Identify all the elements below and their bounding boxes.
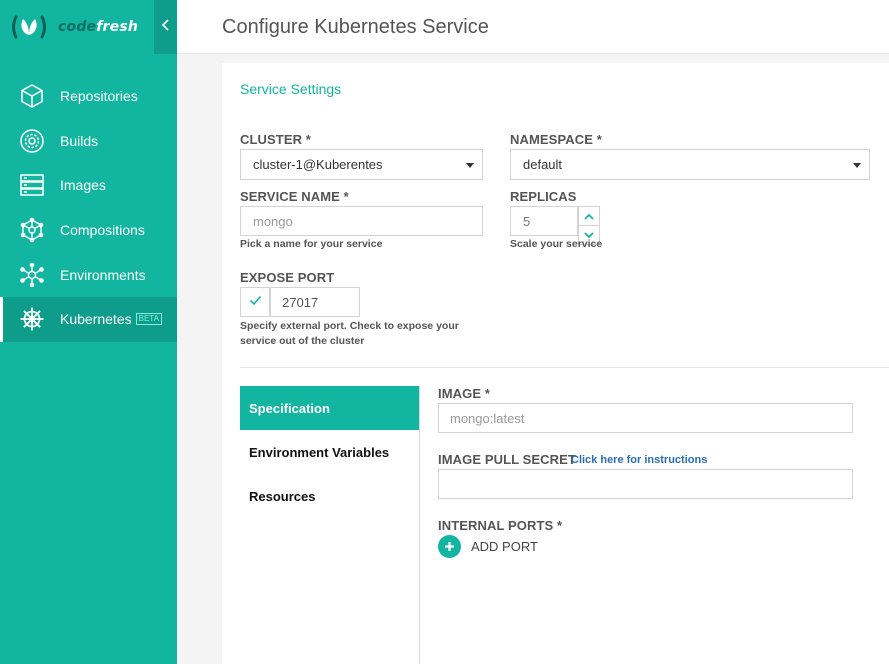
sidebar-item-builds[interactable]: Builds — [0, 119, 177, 164]
page-title: Configure Kubernetes Service — [222, 16, 489, 38]
expose-port-hint: Specify external port. Check to expose y… — [240, 320, 459, 347]
helm-icon — [19, 306, 45, 332]
namespace-label: NAMESPACE * — [510, 132, 602, 147]
replicas-label: REPLICAS — [510, 189, 577, 204]
pull-secret-input[interactable] — [438, 469, 853, 499]
expose-port-label: EXPOSE PORT — [240, 270, 335, 285]
spec-tabs: Specification Environment Variables Reso… — [240, 386, 420, 664]
cluster-label: CLUSTER * — [240, 132, 311, 147]
expose-port-checkbox[interactable] — [240, 287, 270, 317]
sidebar-nav: Repositories Builds Images Compositions … — [0, 74, 177, 342]
instructions-link[interactable]: Click here for instructions — [571, 454, 707, 466]
add-port-label: ADD PORT — [471, 539, 538, 554]
sidebar-item-label: Images — [60, 177, 106, 194]
hub-icon — [19, 262, 45, 288]
gear-icon — [19, 128, 45, 154]
collapse-sidebar-button[interactable] — [154, 0, 177, 54]
checkmark-icon — [249, 293, 262, 311]
caret-down-icon — [466, 163, 474, 168]
image-placeholder: mongo:latest — [450, 410, 525, 426]
expose-port-input[interactable]: 27017 — [270, 287, 360, 317]
sidebar-item-environments[interactable]: Environments — [0, 252, 177, 297]
sidebar-item-label: Environments — [60, 266, 146, 283]
namespace-select[interactable]: default — [510, 149, 870, 180]
service-name-placeholder: mongo — [253, 213, 293, 229]
cube-icon — [19, 83, 45, 109]
add-port-button[interactable]: ADD PORT — [438, 535, 538, 558]
beta-badge: BETA — [135, 313, 162, 326]
sidebar-item-label: Compositions — [60, 222, 145, 239]
logo-text: codefresh — [58, 19, 139, 35]
network-icon — [19, 217, 45, 243]
replicas-input[interactable]: 5 — [510, 206, 578, 236]
chevron-left-icon — [161, 18, 171, 36]
chevron-up-icon — [584, 207, 594, 225]
codefresh-logo[interactable]: codefresh — [10, 14, 138, 40]
section-divider — [240, 367, 889, 368]
replicas-stepper — [578, 206, 600, 245]
service-name-label: SERVICE NAME * — [240, 189, 349, 204]
tab-resources[interactable]: Resources — [240, 474, 419, 518]
image-input[interactable]: mongo:latest — [438, 403, 853, 433]
sidebar: codefresh Repositories Builds Images Com… — [0, 0, 177, 664]
sidebar-item-label: Kubernetes — [60, 311, 132, 328]
sidebar-item-label: Builds — [60, 132, 99, 149]
cluster-value: cluster-1@Kuberentes — [253, 157, 383, 172]
section-title: Service Settings — [240, 81, 342, 97]
sidebar-item-compositions[interactable]: Compositions — [0, 208, 177, 253]
sidebar-item-label: Repositories — [60, 88, 138, 105]
namespace-value: default — [523, 157, 563, 172]
tab-specification[interactable]: Specification — [240, 386, 419, 430]
sidebar-item-images[interactable]: Images — [0, 163, 177, 208]
sidebar-item-kubernetes[interactable]: Kubernetes BETA — [0, 296, 177, 342]
leaf-logo-icon — [10, 14, 48, 40]
caret-down-icon — [853, 163, 861, 168]
sidebar-item-repositories[interactable]: Repositories — [0, 74, 177, 119]
plus-icon — [438, 535, 461, 558]
cluster-select[interactable]: cluster-1@Kuberentes — [240, 149, 483, 180]
expose-port-value: 27017 — [282, 294, 319, 310]
image-label: IMAGE * — [438, 386, 490, 401]
increment-button[interactable] — [578, 206, 600, 226]
stack-icon — [19, 172, 45, 198]
service-name-input[interactable]: mongo — [240, 206, 483, 236]
pull-secret-label: IMAGE PULL SECRET — [438, 452, 576, 467]
header: Configure Kubernetes Service — [177, 0, 889, 54]
service-name-hint: Pick a name for your service — [240, 238, 383, 250]
internal-ports-label: INTERNAL PORTS * — [438, 518, 563, 533]
logo-bar: codefresh — [0, 0, 177, 54]
replicas-hint: Scale your service — [510, 238, 603, 250]
tab-environment-variables[interactable]: Environment Variables — [240, 430, 419, 474]
replicas-value: 5 — [523, 213, 531, 229]
